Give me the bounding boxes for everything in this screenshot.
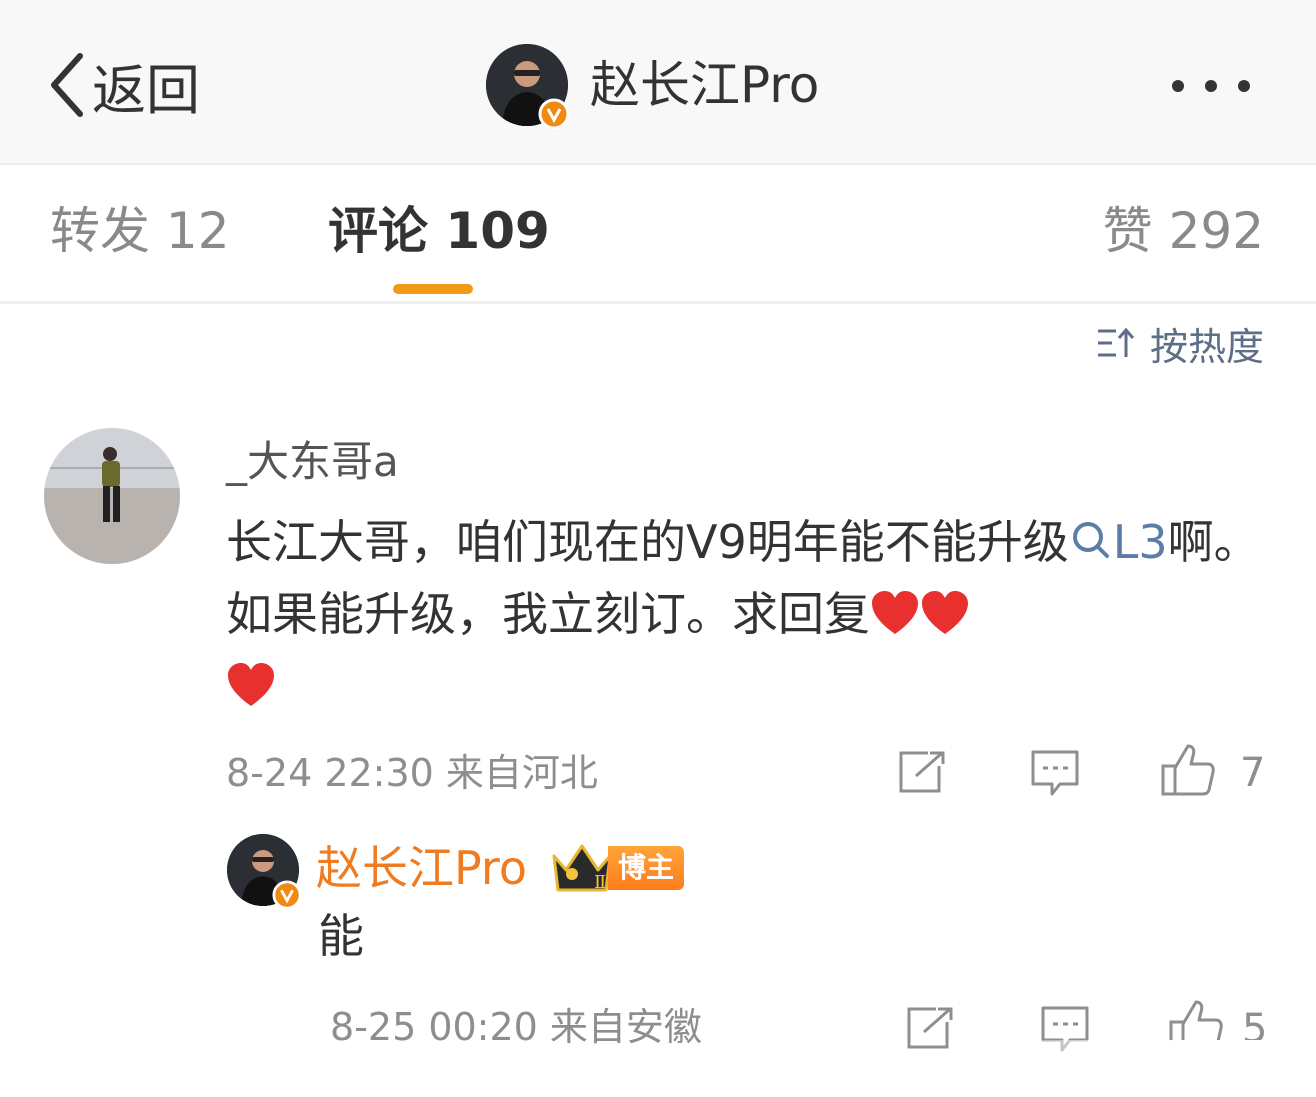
- verified-badge-icon: [272, 880, 302, 910]
- sort-icon: [1097, 327, 1135, 357]
- sort-button[interactable]: 按热度: [1096, 318, 1264, 369]
- comment-text: 长江大哥，咱们现在的V9明年能不能升级 L3啊。如果能升级，我立刻订。求回复: [226, 506, 1266, 722]
- back-label: 返回: [92, 58, 200, 122]
- topic-link[interactable]: L3: [1113, 515, 1168, 569]
- reply-meta: 8-25 00:20 来自安徽: [330, 1005, 702, 1049]
- comment-meta: 8-24 22:30 来自河北: [226, 751, 598, 795]
- tab-comment[interactable]: 评论 109: [328, 198, 550, 264]
- tab-repost[interactable]: 转发 12: [50, 198, 230, 264]
- crown-level: Ⅱ: [594, 872, 606, 893]
- chevron-left-icon: [51, 53, 83, 117]
- reply-text: 能: [318, 909, 364, 963]
- heart-icon: [922, 591, 968, 634]
- verified-badge-icon: [538, 98, 570, 130]
- tab-like[interactable]: 赞 292: [1103, 198, 1264, 264]
- commenter-avatar[interactable]: [44, 428, 180, 564]
- back-button[interactable]: 返回: [48, 50, 200, 122]
- heart-icon: [872, 591, 918, 634]
- thumbs-up-icon[interactable]: [1160, 742, 1216, 798]
- comment-icon[interactable]: [1030, 748, 1080, 798]
- sort-label: 按热度: [1149, 324, 1264, 369]
- divider: [0, 301, 1316, 304]
- search-icon[interactable]: [1069, 518, 1113, 562]
- reply-username[interactable]: 赵长江Pro: [316, 838, 527, 898]
- more-icon[interactable]: [1166, 66, 1256, 106]
- heart-icon: [228, 663, 274, 706]
- blogger-badge: Ⅱ 博主: [550, 840, 685, 896]
- active-tab-indicator: [393, 284, 473, 294]
- share-icon[interactable]: [898, 750, 946, 794]
- badge-label: 博主: [608, 846, 685, 890]
- header-username[interactable]: 赵长江Pro: [590, 52, 819, 118]
- bottom-fade: [960, 1040, 1316, 1097]
- crown-icon: Ⅱ: [552, 844, 612, 893]
- person-icon: [44, 428, 180, 564]
- like-count: 7: [1240, 750, 1266, 796]
- share-icon[interactable]: [906, 1006, 954, 1050]
- commenter-username[interactable]: _大东哥a: [226, 432, 399, 492]
- comment-text-part1: 长江大哥，咱们现在的V9明年能不能升级: [226, 515, 1069, 569]
